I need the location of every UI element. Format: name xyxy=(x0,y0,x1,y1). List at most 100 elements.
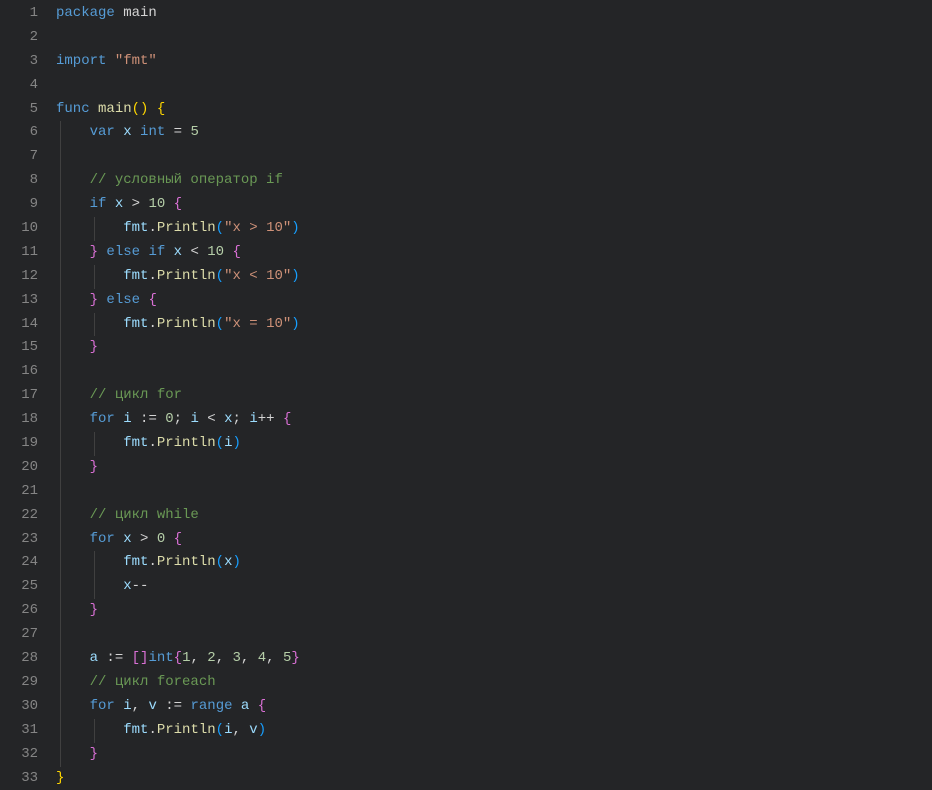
package-ref: fmt xyxy=(123,268,148,284)
code-area[interactable]: package main import "fmt" func main() { … xyxy=(56,0,932,790)
code-line[interactable] xyxy=(56,360,932,384)
code-line[interactable] xyxy=(56,480,932,504)
comma: , xyxy=(190,650,207,666)
variable: x xyxy=(123,578,131,594)
function-call: Println xyxy=(157,554,216,570)
code-line[interactable]: } xyxy=(56,767,932,790)
brace: { xyxy=(283,411,291,427)
code-line[interactable]: } else if x < 10 { xyxy=(56,241,932,265)
code-line[interactable]: } xyxy=(56,336,932,360)
paren: ) xyxy=(258,722,266,738)
indent-guide xyxy=(60,719,61,743)
code-line[interactable]: var x int = 5 xyxy=(56,121,932,145)
code-line[interactable]: x-- xyxy=(56,575,932,599)
operator: -- xyxy=(132,578,149,594)
line-number: 32 xyxy=(0,743,38,767)
brace: } xyxy=(90,602,98,618)
keyword: package xyxy=(56,5,115,21)
code-line[interactable] xyxy=(56,74,932,98)
line-number: 21 xyxy=(0,480,38,504)
code-line[interactable]: } xyxy=(56,599,932,623)
code-line[interactable]: // условный оператор if xyxy=(56,169,932,193)
code-line[interactable]: fmt.Println(i, v) xyxy=(56,719,932,743)
line-number: 7 xyxy=(0,145,38,169)
function-name: main xyxy=(98,101,132,117)
keyword: if xyxy=(148,244,165,260)
package-ref: fmt xyxy=(123,722,148,738)
code-line[interactable]: for x > 0 { xyxy=(56,528,932,552)
paren: ( xyxy=(216,435,224,451)
code-line[interactable]: } else { xyxy=(56,289,932,313)
code-line[interactable]: a := []int{1, 2, 3, 4, 5} xyxy=(56,647,932,671)
line-number: 8 xyxy=(0,169,38,193)
line-number: 30 xyxy=(0,695,38,719)
indent-guide xyxy=(60,336,61,360)
line-number: 28 xyxy=(0,647,38,671)
line-number: 18 xyxy=(0,408,38,432)
number: 5 xyxy=(190,124,198,140)
line-number: 12 xyxy=(0,265,38,289)
indent-guide xyxy=(60,504,61,528)
indent-guide xyxy=(60,408,61,432)
code-line[interactable]: if x > 10 { xyxy=(56,193,932,217)
line-number: 23 xyxy=(0,528,38,552)
code-line[interactable]: for i := 0; i < x; i++ { xyxy=(56,408,932,432)
code-line[interactable]: package main xyxy=(56,2,932,26)
variable: v xyxy=(249,722,257,738)
indent-guide xyxy=(60,241,61,265)
indent-guide xyxy=(60,551,61,575)
line-number: 15 xyxy=(0,336,38,360)
variable: i xyxy=(123,698,131,714)
variable: a xyxy=(90,650,98,666)
line-number: 2 xyxy=(0,26,38,50)
indent-guide xyxy=(60,743,61,767)
indent-guide xyxy=(60,480,61,504)
code-line[interactable]: // цикл for xyxy=(56,384,932,408)
keyword: if xyxy=(90,196,107,212)
code-line[interactable]: fmt.Println("x > 10") xyxy=(56,217,932,241)
string-literal: "x < 10" xyxy=(224,268,291,284)
brace: } xyxy=(90,292,98,308)
variable: x xyxy=(123,124,131,140)
paren: ( xyxy=(216,316,224,332)
paren: ( xyxy=(216,554,224,570)
code-line[interactable] xyxy=(56,145,932,169)
line-number: 10 xyxy=(0,217,38,241)
brace: } xyxy=(56,770,64,786)
keyword: for xyxy=(90,698,115,714)
dot: . xyxy=(148,220,156,236)
comma: , xyxy=(241,650,258,666)
line-number: 1 xyxy=(0,2,38,26)
variable: x xyxy=(224,411,232,427)
line-number: 5 xyxy=(0,98,38,122)
code-line[interactable]: import "fmt" xyxy=(56,50,932,74)
indent-guide xyxy=(60,217,61,241)
code-line[interactable]: fmt.Println("x < 10") xyxy=(56,265,932,289)
code-line[interactable]: // цикл foreach xyxy=(56,671,932,695)
code-line[interactable]: func main() { xyxy=(56,98,932,122)
paren: ( xyxy=(216,722,224,738)
comment: // условный оператор if xyxy=(90,172,283,188)
indent-guide xyxy=(60,193,61,217)
code-line[interactable]: // цикл while xyxy=(56,504,932,528)
code-editor[interactable]: 1 2 3 4 5 6 7 8 9 10 11 12 13 14 15 16 1… xyxy=(0,0,932,790)
dot: . xyxy=(148,268,156,284)
code-line[interactable]: for i, v := range a { xyxy=(56,695,932,719)
keyword: for xyxy=(90,531,115,547)
code-line[interactable] xyxy=(56,623,932,647)
brace: { xyxy=(148,292,156,308)
line-number: 31 xyxy=(0,719,38,743)
function-call: Println xyxy=(157,220,216,236)
comment: // цикл while xyxy=(90,507,199,523)
code-line[interactable]: fmt.Println(i) xyxy=(56,432,932,456)
code-line[interactable]: fmt.Println("x = 10") xyxy=(56,313,932,337)
brace: } xyxy=(90,746,98,762)
operator: ++ xyxy=(258,411,275,427)
code-line[interactable] xyxy=(56,26,932,50)
keyword: range xyxy=(190,698,232,714)
identifier: main xyxy=(123,5,157,21)
code-line[interactable]: } xyxy=(56,743,932,767)
code-line[interactable]: } xyxy=(56,456,932,480)
code-line[interactable]: fmt.Println(x) xyxy=(56,551,932,575)
paren: ) xyxy=(291,316,299,332)
